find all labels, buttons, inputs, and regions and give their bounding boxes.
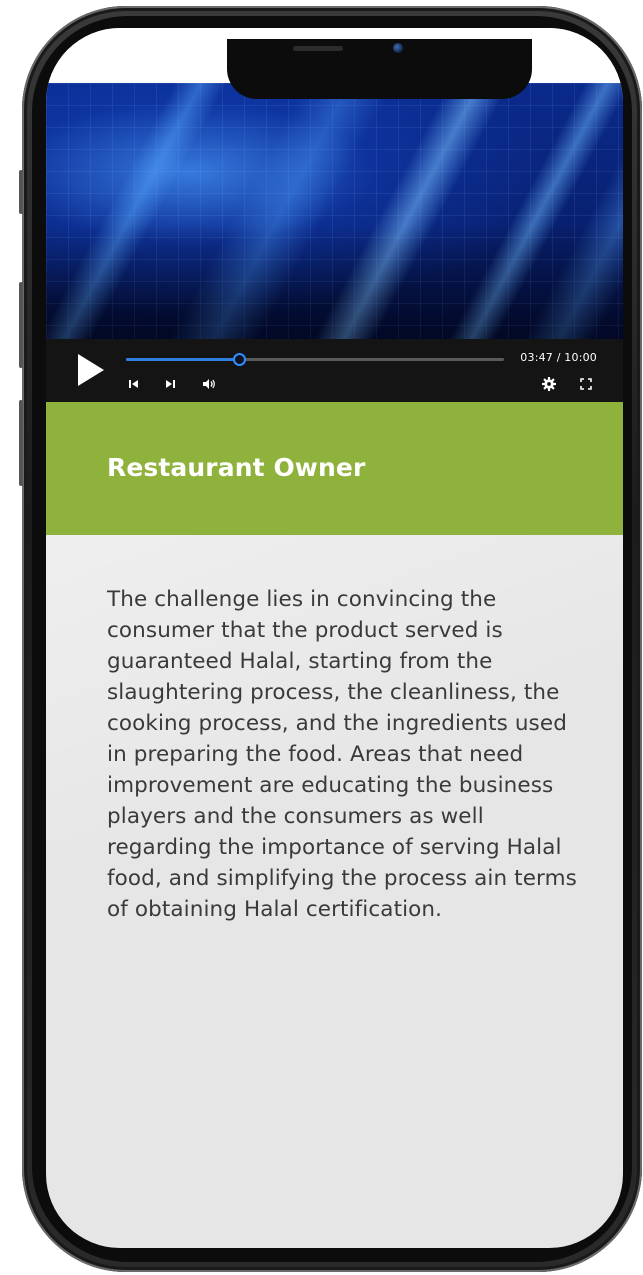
skip-next-icon[interactable] [162,376,178,392]
camera-icon [393,43,403,53]
phone-notch [227,39,532,99]
progress-fill [126,358,240,361]
phone-speaker [293,46,343,51]
video-controls: 03:47 / 10:00 [46,339,623,402]
gear-icon[interactable] [541,376,557,392]
card-body-text: The challenge lies in convincing the con… [107,587,577,922]
card-header: Restaurant Owner [46,402,623,535]
phone-side-button [19,400,23,486]
card-title: Restaurant Owner [107,453,366,482]
volume-icon[interactable] [201,376,217,392]
progress-bar[interactable] [126,353,504,366]
video-frame[interactable] [46,83,623,339]
phone-side-button [19,282,23,368]
phone-side-button [19,170,23,214]
video-vignette [46,83,623,339]
skip-previous-icon[interactable] [126,376,142,392]
fullscreen-icon[interactable] [578,376,594,392]
phone-screen: 03:47 / 10:00 Restaurant Owner The chall… [46,28,623,1248]
progress-thumb[interactable] [233,353,247,366]
time-display: 03:47 / 10:00 [520,351,597,364]
play-icon[interactable] [78,354,104,386]
